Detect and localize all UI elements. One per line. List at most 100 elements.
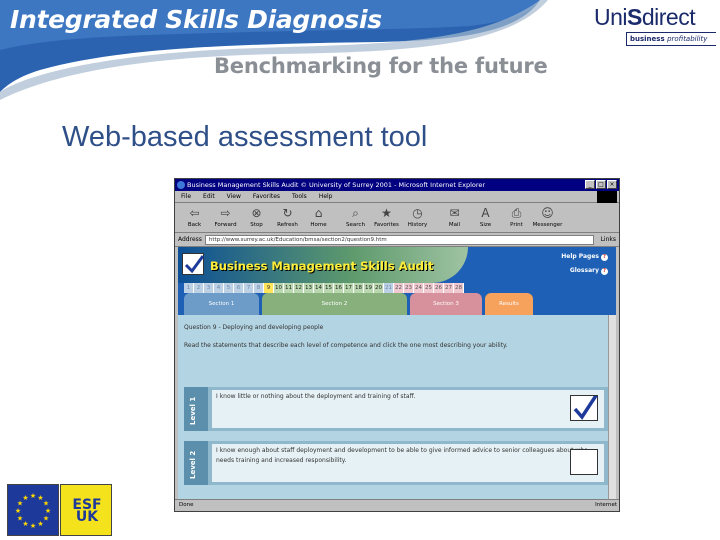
address-input[interactable]: http://www.surrey.ac.uk/Education/bmsa/s… [204,234,594,245]
question-number-12[interactable]: 12 [294,283,304,293]
print-button[interactable]: ⎙ Print [501,205,532,230]
size-button[interactable]: A Size [470,205,501,230]
eu-star-icon: ★ [15,507,21,515]
messenger-button[interactable]: ☺ Messenger [532,205,563,230]
level-1-checkbox[interactable] [570,393,599,421]
question-number-1[interactable]: 1 [184,283,194,293]
question-number-8[interactable]: 8 [254,283,264,293]
eu-flag-logo: ★ ★ ★ ★ ★ ★ ★ ★ ★ ★ ★ ★ [7,484,59,536]
esf-uk-logo: ESF UK [60,484,112,536]
slide: Integrated Skills Diagnosis Benchmarking… [0,0,720,540]
question-content: Question 9 - Deploying and developing pe… [178,315,616,499]
level-2-option[interactable]: Level 2 I know enough about staff deploy… [184,441,608,485]
help-icon: ? [601,254,608,261]
menu-view[interactable]: View [227,193,241,202]
question-number-24[interactable]: 24 [414,283,424,293]
status-zone: Internet [595,502,617,508]
minimize-icon[interactable]: _ [585,180,595,189]
menu-file[interactable]: File [181,193,191,202]
question-number-10[interactable]: 10 [274,283,284,293]
question-number-2[interactable]: 2 [194,283,204,293]
eu-star-icon: ★ [22,494,28,502]
back-button[interactable]: ⇦ Back [179,205,210,230]
app-header: Business Management Skills Audit Help Pa… [178,247,616,315]
web-page: Business Management Skills Audit Help Pa… [178,247,616,499]
maximize-icon[interactable]: □ [596,180,606,189]
eu-star-icon: ★ [22,520,28,528]
question-number-18[interactable]: 18 [354,283,364,293]
level-1-text: I know little or nothing about the deplo… [212,390,604,428]
favorites-button[interactable]: ★ Favorites [371,205,402,230]
internet-explorer-icon [177,181,185,189]
refresh-button[interactable]: ↻ Refresh [272,205,303,230]
menu-tools[interactable]: Tools [292,193,307,202]
stop-button[interactable]: ⊗ Stop [241,205,272,230]
question-number-15[interactable]: 15 [324,283,334,293]
question-number-11[interactable]: 11 [284,283,294,293]
question-number-23[interactable]: 23 [404,283,414,293]
esf-label: ESF UK [72,497,102,525]
mail-button[interactable]: ✉ Mail [439,205,470,230]
question-number-19[interactable]: 19 [364,283,374,293]
question-number-20[interactable]: 20 [374,283,384,293]
stop-icon: ⊗ [251,206,262,220]
browser-toolbar: ⇦ Back ⇨ Forward ⊗ Stop ↻ Refresh ⌂ Home ⌕ Sea… [175,203,619,233]
print-icon: ⎙ [511,206,522,220]
menu-bar: File Edit View Favorites Tools Help [175,191,619,203]
eu-star-icon: ★ [37,520,43,528]
status-bar: Done Internet [175,499,619,511]
search-button[interactable]: ⌕ Search [340,205,371,230]
refresh-icon: ↻ [282,206,293,220]
menu-help[interactable]: Help [319,193,333,202]
question-number-22[interactable]: 22 [394,283,404,293]
help-pages-link[interactable]: Help Pages? [561,253,608,261]
page-title: Web-based assessment tool [62,121,428,153]
level-1-tab: Level 1 [184,387,208,431]
forward-button[interactable]: ⇨ Forward [210,205,241,230]
checkmark-logo-icon [182,253,205,275]
links-button[interactable]: Links [597,236,616,243]
tab-results[interactable]: Results [485,293,533,315]
question-number-9[interactable]: 9 [264,283,274,293]
question-number-28[interactable]: 28 [454,283,464,293]
tab-section-1[interactable]: Section 1 [184,293,259,315]
glossary-icon: ? [601,268,608,275]
question-number-13[interactable]: 13 [304,283,314,293]
question-number-27[interactable]: 27 [444,283,454,293]
question-number-21[interactable]: 21 [384,283,394,293]
question-number-16[interactable]: 16 [334,283,344,293]
eu-star-icon: ★ [43,500,49,508]
menu-edit[interactable]: Edit [203,193,215,202]
tab-section-3[interactable]: Section 3 [410,293,482,315]
home-button[interactable]: ⌂ Home [303,205,334,230]
address-bar: Address http://www.surrey.ac.uk/Educatio… [175,233,619,247]
logo-wordmark: UniSdirect [594,4,696,30]
history-button[interactable]: ◷ History [402,205,433,230]
glossary-link[interactable]: Glossary? [570,267,608,275]
question-number-5[interactable]: 5 [224,283,234,293]
question-number-26[interactable]: 26 [434,283,444,293]
question-instructions: Question 9 - Deploying and developing pe… [184,323,572,351]
banner-subtitle: Benchmarking for the future [214,54,548,78]
menu-favorites[interactable]: Favorites [253,193,280,202]
level-2-checkbox[interactable] [570,449,598,475]
question-number-4[interactable]: 4 [214,283,224,293]
unisdirect-logo: UniSdirect business profitability [594,4,716,46]
page-scrollbar[interactable] [608,315,616,499]
question-number-17[interactable]: 17 [344,283,354,293]
question-number-3[interactable]: 3 [204,283,214,293]
question-number-7[interactable]: 7 [244,283,254,293]
question-number-bar: 1 2 3 4 5 6 7 8 9 10 11 12 13 14 15 16 17 18 19 20 21 22 23 24 2… [184,283,464,293]
app-title: Business Management Skills Audit [210,259,434,273]
question-number-25[interactable]: 25 [424,283,434,293]
question-number-14[interactable]: 14 [314,283,324,293]
question-number-6[interactable]: 6 [234,283,244,293]
window-controls: _ □ × [585,180,617,189]
level-1-option[interactable]: Level 1 I know little or nothing about t… [184,387,608,431]
close-icon[interactable]: × [607,180,617,189]
status-text: Done [179,502,194,508]
size-icon: A [481,206,490,220]
home-icon: ⌂ [314,206,323,220]
tab-section-2[interactable]: Section 2 [262,293,407,315]
instruction-text: Read the statements that describe each l… [184,342,508,349]
